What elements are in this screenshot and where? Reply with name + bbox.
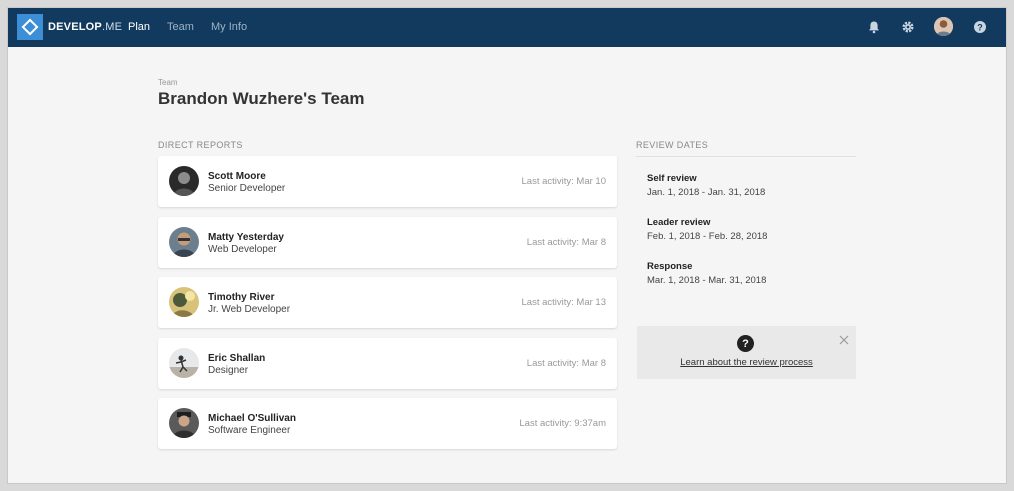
- nav-link-plan[interactable]: Plan: [128, 21, 150, 33]
- report-role: Jr. Web Developer: [208, 304, 291, 315]
- avatar: [169, 348, 199, 378]
- brand-name[interactable]: DEVELOP.ME: [48, 21, 122, 33]
- review-help-panel: ? Learn about the review process: [637, 326, 856, 379]
- avatar: [169, 227, 199, 257]
- brand-main: DEVELOP: [48, 21, 102, 33]
- help-icon[interactable]: ?: [972, 19, 988, 35]
- review-title: Response: [647, 261, 693, 272]
- nav-link-team[interactable]: Team: [167, 21, 194, 33]
- review-date-item: Self review Jan. 1, 2018 - Jan. 31, 2018: [647, 173, 765, 198]
- user-avatar[interactable]: [934, 17, 953, 36]
- direct-reports-label: DIRECT REPORTS: [158, 140, 243, 150]
- report-last-activity: Last activity: Mar 10: [521, 176, 606, 187]
- report-name: Eric Shallan: [208, 353, 266, 364]
- bell-icon[interactable]: [866, 19, 882, 35]
- review-title: Leader review: [647, 217, 711, 228]
- report-name: Matty Yesterday: [208, 232, 284, 243]
- report-name: Michael O'Sullivan: [208, 413, 296, 424]
- close-icon[interactable]: [839, 332, 849, 345]
- report-role: Senior Developer: [208, 183, 286, 194]
- gear-icon[interactable]: [900, 19, 916, 35]
- avatar: [169, 408, 199, 438]
- app-window: DEVELOP.ME Plan Team My Info ? Team Bran…: [7, 7, 1007, 484]
- report-role: Designer: [208, 365, 249, 376]
- report-role: Web Developer: [208, 244, 277, 255]
- page-title: Brandon Wuzhere's Team: [158, 89, 365, 108]
- review-title: Self review: [647, 173, 697, 184]
- report-card[interactable]: Matty Yesterday Web Developer Last activ…: [158, 217, 617, 268]
- report-last-activity: Last activity: Mar 8: [526, 358, 606, 369]
- review-dates: Jan. 1, 2018 - Jan. 31, 2018: [647, 187, 766, 198]
- report-card[interactable]: Scott Moore Senior Developer Last activi…: [158, 156, 617, 207]
- top-nav: DEVELOP.ME Plan Team My Info ?: [8, 8, 1006, 47]
- report-last-activity: Last activity: Mar 13: [521, 297, 606, 308]
- report-card[interactable]: Eric Shallan Designer Last activity: Mar…: [158, 338, 617, 389]
- report-name: Timothy River: [208, 292, 275, 303]
- avatar: [169, 287, 199, 317]
- review-dates-label: REVIEW DATES: [636, 140, 709, 150]
- nav-link-my-info[interactable]: My Info: [211, 21, 247, 33]
- review-date-item: Leader review Feb. 1, 2018 - Feb. 28, 20…: [647, 217, 767, 242]
- report-card[interactable]: Timothy River Jr. Web Developer Last act…: [158, 277, 617, 328]
- report-card[interactable]: Michael O'Sullivan Software Engineer Las…: [158, 398, 617, 449]
- review-dates: Mar. 1, 2018 - Mar. 31, 2018: [647, 275, 767, 286]
- svg-text:?: ?: [977, 22, 983, 32]
- learn-review-process-link[interactable]: Learn about the review process: [637, 357, 856, 368]
- brand-suffix: .ME: [101, 21, 123, 33]
- report-role: Software Engineer: [208, 425, 291, 436]
- logo-icon[interactable]: [17, 14, 43, 40]
- report-last-activity: Last activity: 9:37am: [519, 418, 606, 429]
- divider: [636, 156, 856, 157]
- review-dates: Feb. 1, 2018 - Feb. 28, 2018: [647, 231, 768, 242]
- question-icon: ?: [737, 335, 754, 352]
- report-name: Scott Moore: [208, 171, 266, 182]
- report-last-activity: Last activity: Mar 8: [526, 237, 606, 248]
- review-date-item: Response Mar. 1, 2018 - Mar. 31, 2018: [647, 261, 766, 286]
- avatar: [169, 166, 199, 196]
- breadcrumb[interactable]: Team: [158, 78, 178, 87]
